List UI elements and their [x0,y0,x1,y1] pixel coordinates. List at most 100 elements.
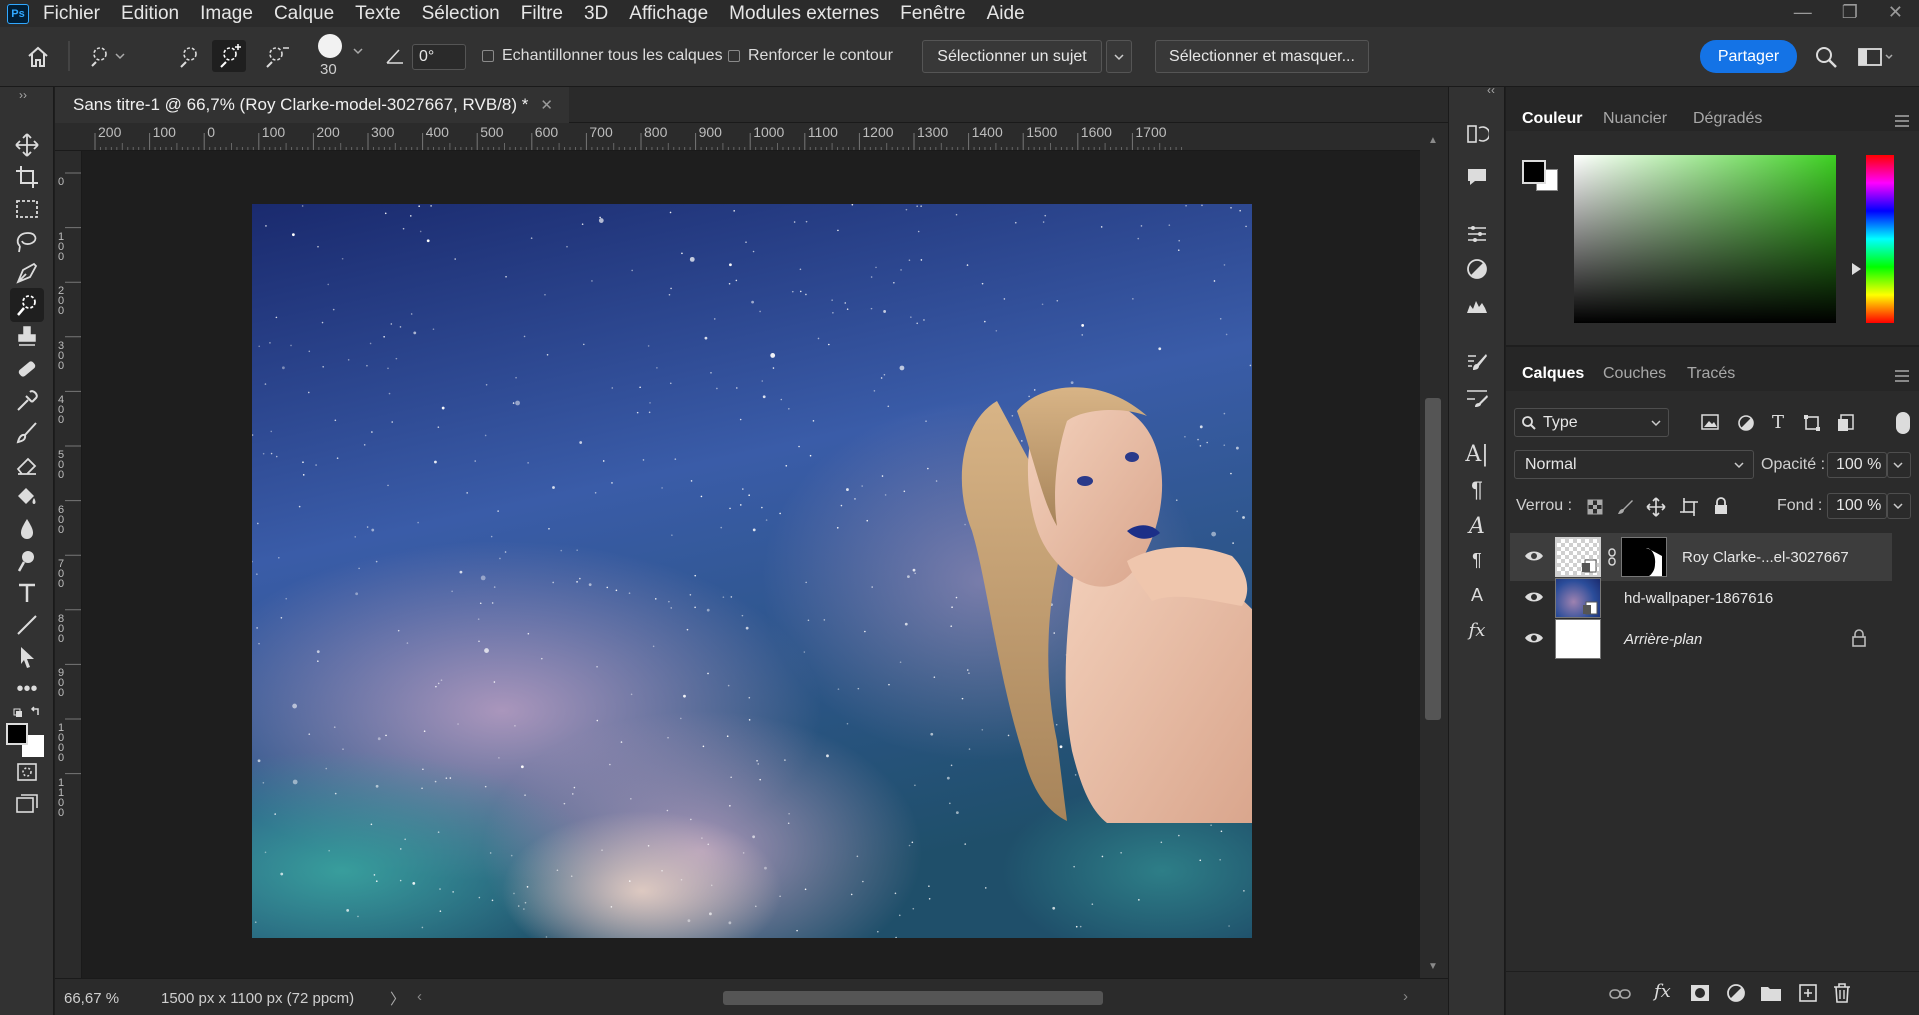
scroll-up-icon[interactable]: ▲ [1428,135,1438,146]
menu-selection[interactable]: Sélection [422,3,500,25]
lock-all-icon[interactable] [1713,497,1729,515]
paragraph-icon[interactable]: ¶ [1463,476,1491,504]
color-panel-menu-icon[interactable] [1894,115,1910,127]
opacity-dropdown[interactable] [1887,452,1911,478]
path-selection-tool-icon[interactable] [10,640,44,674]
filter-type-icon[interactable]: T [1772,412,1784,433]
filter-adjustment-icon[interactable] [1737,414,1755,432]
character-styles-icon[interactable]: A [1463,581,1491,609]
brushes-icon[interactable] [1463,348,1491,376]
layer-row-arriere-plan[interactable]: Arrière-plan [1510,615,1892,663]
canvas-area[interactable] [82,151,1420,978]
crop-tool-icon[interactable] [10,160,44,194]
new-layer-icon[interactable] [1798,983,1818,1003]
share-button[interactable]: Partager [1700,40,1797,73]
minimize-icon[interactable]: — [1794,2,1812,23]
menu-filtre[interactable]: Filtre [521,3,563,25]
adjustments-icon[interactable] [1463,255,1491,283]
history-icon[interactable] [1463,120,1491,148]
menu-image[interactable]: Image [200,3,253,25]
filter-toggle[interactable] [1896,412,1910,434]
visibility-eye-icon[interactable] [1524,631,1544,645]
dodge-tool-icon[interactable] [10,544,44,578]
visibility-eye-icon[interactable] [1524,590,1544,604]
blur-tool-icon[interactable] [10,512,44,546]
filter-smart-object-icon[interactable] [1837,414,1855,432]
color-field[interactable] [1574,155,1836,323]
styles-fx-icon[interactable]: fx [1463,616,1491,644]
comments-icon[interactable] [1463,163,1491,191]
menu-calque[interactable]: Calque [274,3,334,25]
tab-traces[interactable]: Tracés [1687,365,1735,383]
filter-shape-icon[interactable] [1803,414,1821,432]
paragraph-styles-icon[interactable]: ¶ [1463,546,1491,574]
properties-icon[interactable] [1463,220,1491,248]
hue-slider-handle[interactable] [1852,263,1861,275]
layer-name[interactable]: Roy Clarke-...el-3027667 [1682,549,1849,566]
subtract-from-selection-icon[interactable] [262,44,292,68]
menu-fichier[interactable]: Fichier [43,3,100,25]
glyphs-icon[interactable]: A [1463,512,1491,540]
layer-thumbnail[interactable] [1555,578,1601,618]
lasso-tool-icon[interactable] [10,224,44,258]
brush-dropdown-icon[interactable] [352,45,364,57]
character-icon[interactable]: A| [1463,440,1491,468]
select-subject-button[interactable]: Sélectionner un sujet [922,40,1102,73]
quick-selection-preset-icon[interactable] [88,44,126,68]
search-icon[interactable] [1814,45,1838,69]
enhance-edge-checkbox[interactable]: Renforcer le contour [728,47,893,65]
layers-panel-menu-icon[interactable] [1894,370,1910,382]
lock-artboard-icon[interactable] [1679,497,1699,517]
document-info[interactable]: 1500 px x 1100 px (72 ppcm) [161,990,354,1007]
lock-pixels-icon[interactable] [1616,498,1634,516]
blend-mode-dropdown[interactable]: Normal [1514,450,1754,479]
move-tool-icon[interactable] [10,128,44,162]
lock-position-icon[interactable] [1646,497,1666,517]
restore-icon[interactable]: ❐ [1842,2,1858,23]
sample-all-layers-checkbox[interactable]: Echantillonner tous les calques [482,47,723,65]
layer-name[interactable]: hd-wallpaper-1867616 [1624,590,1773,607]
delete-layer-icon[interactable] [1832,982,1852,1004]
layer-filter-dropdown[interactable]: Type [1514,408,1669,437]
fill-dropdown[interactable] [1887,493,1911,519]
tab-couches[interactable]: Couches [1603,365,1666,383]
quick-selection-tool-icon[interactable] [10,288,44,322]
brush-settings-icon[interactable] [1463,383,1491,411]
vertical-scroll-thumb[interactable] [1425,398,1441,720]
tab-couleur[interactable]: Couleur [1522,110,1582,128]
paint-bucket-tool-icon[interactable] [10,480,44,514]
document-canvas[interactable] [82,151,1420,978]
eraser-tool-icon[interactable] [10,448,44,482]
expand-tools-icon[interactable]: ›› [6,85,40,105]
tab-nuancier[interactable]: Nuancier [1603,110,1667,128]
tab-degrades[interactable]: Dégradés [1693,110,1762,128]
workspace-icon[interactable] [1858,47,1894,67]
select-subject-dropdown[interactable] [1106,40,1132,73]
zoom-level[interactable]: 66,67 % [64,990,119,1007]
more-tools-icon[interactable]: ••• [10,672,44,706]
marquee-tool-icon[interactable] [10,192,44,226]
stamp-tool-icon[interactable] [10,320,44,354]
add-layer-style-icon[interactable]: fx [1654,981,1671,1002]
link-layers-icon[interactable] [1609,987,1631,1001]
color-foreground-swatch[interactable] [1522,160,1546,184]
opacity-input[interactable]: 100 % [1827,452,1887,478]
eyedropper-tool-icon[interactable] [10,384,44,418]
visibility-eye-icon[interactable] [1524,549,1544,563]
foreground-color-swatch[interactable] [6,723,28,745]
layer-mask-thumbnail[interactable] [1621,537,1667,577]
add-to-selection-icon[interactable] [212,40,246,72]
menu-aide[interactable]: Aide [987,3,1025,25]
quick-mask-icon[interactable] [10,755,44,789]
menu-fenetre[interactable]: Fenêtre [900,3,965,25]
scroll-left-icon[interactable]: ‹ [417,988,422,1005]
menu-3d[interactable]: 3D [584,3,608,25]
type-tool-icon[interactable] [10,576,44,610]
hue-slider[interactable] [1866,155,1894,323]
angle-input[interactable]: 0° [412,44,466,70]
menu-texte[interactable]: Texte [355,3,400,25]
select-and-mask-button[interactable]: Sélectionner et masquer... [1155,40,1369,73]
mask-link-icon[interactable] [1607,548,1617,566]
menu-edition[interactable]: Edition [121,3,179,25]
scroll-right-icon[interactable]: › [1403,988,1408,1005]
